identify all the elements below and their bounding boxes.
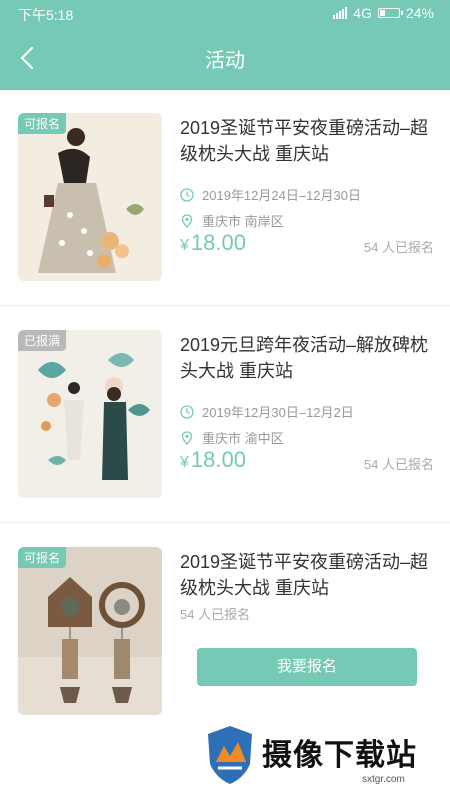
location-text: 重庆市 渝中区: [202, 431, 284, 446]
activity-title: 2019圣诞节平安夜重磅活动–超级枕头大战 重庆站: [180, 118, 429, 164]
signup-count: 54 人已报名: [363, 457, 434, 472]
page-title: 活动: [205, 50, 245, 72]
currency-symbol: ¥: [180, 454, 189, 471]
activity-title: 2019元旦跨年夜活动–解放碑枕头大战 重庆站: [180, 335, 429, 381]
watermark-text: 摄像下载站: [262, 739, 417, 772]
activity-date: 2019年12月24日–12月30日: [180, 185, 361, 204]
watermark: 摄像下载站 sxtgr.com: [204, 724, 444, 790]
status-badge: 可报名: [18, 547, 67, 568]
status-bar: 下午5:18 4G 24%: [0, 0, 450, 26]
price: ¥18.00: [180, 230, 246, 256]
activity-location: 重庆市 渝中区: [180, 428, 284, 447]
signup-count: 54 人已报名: [180, 607, 251, 622]
date-text: 2019年12月24日–12月30日: [202, 188, 361, 203]
header: 下午5:18 4G 24% 活动: [0, 0, 450, 90]
location-pin-icon: [181, 213, 193, 228]
activity-card[interactable]: 可报名 2019圣诞节平安夜重磅活动–超级枕头大战 重庆站 54 人已报名 我要…: [0, 524, 450, 740]
location-text: 重庆市 南岸区: [202, 214, 284, 229]
activity-date: 2019年12月30日–12月2日: [180, 402, 354, 421]
activity-title: 2019圣诞节平安夜重磅活动–超级枕头大战 重庆站: [180, 552, 429, 598]
activity-card[interactable]: 可报名 2019圣诞节平安夜重磅活动–超级枕头大战 重庆站 2019年12月24…: [0, 90, 450, 306]
battery-icon: [377, 8, 403, 18]
signup-count: 54 人已报名: [363, 240, 434, 255]
watermark-url: sxtgr.com: [362, 774, 405, 785]
currency-symbol: ¥: [180, 237, 189, 254]
activity-image: 可报名: [18, 113, 162, 281]
watermark-logo: [208, 726, 252, 784]
clock-icon: [180, 187, 194, 202]
price-value: 18.00: [190, 230, 246, 255]
status-badge: 已报满: [18, 330, 67, 351]
status-badge: 可报名: [18, 113, 67, 134]
signup-button[interactable]: 我要报名: [197, 648, 417, 686]
network-label: 4G: [353, 5, 372, 21]
price: ¥18.00: [180, 447, 246, 473]
location-pin-icon: [181, 430, 193, 445]
clock-icon: [180, 404, 194, 419]
activity-image: 已报满: [18, 330, 162, 498]
activity-card[interactable]: 已报满 2019元旦跨年夜活动–解放碑枕头大战 重庆站 2019年12月30日–…: [0, 307, 450, 523]
date-text: 2019年12月30日–12月2日: [202, 405, 354, 420]
nav-bar: 活动: [0, 26, 450, 90]
status-time: 下午5:18: [18, 7, 74, 23]
activity-location: 重庆市 南岸区: [180, 211, 284, 230]
activity-image: 可报名: [18, 547, 162, 715]
price-value: 18.00: [190, 447, 246, 472]
signal-icon: [333, 7, 348, 19]
status-icons: 4G 24%: [333, 5, 434, 21]
battery-label: 24%: [405, 5, 434, 21]
